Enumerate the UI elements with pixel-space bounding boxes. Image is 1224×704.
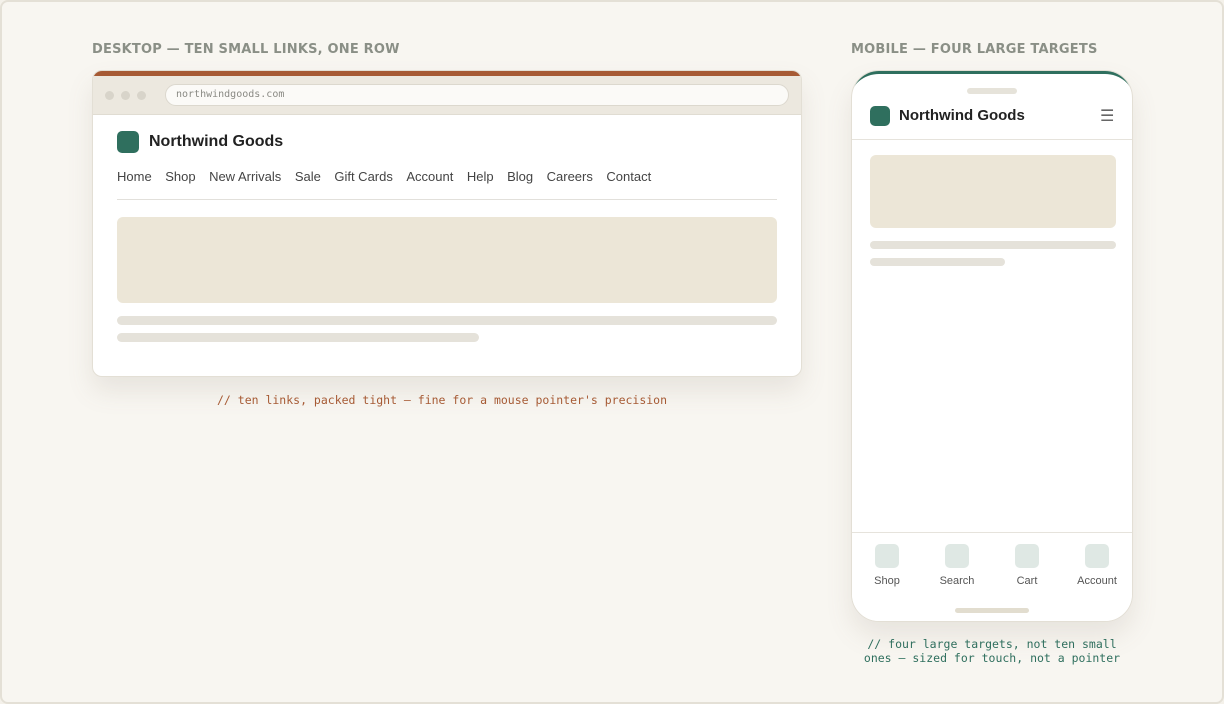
header-divider [852,139,1132,140]
text-line-placeholder [117,316,777,325]
bottom-tab-bar: Shop Search Cart Account [852,532,1132,621]
account-icon [1085,544,1109,568]
nav-link-new-arrivals[interactable]: New Arrivals [209,169,281,184]
url-bar[interactable]: northwindgoods.com [165,84,789,106]
text-line-placeholder [870,258,1005,266]
nav-link-gift-cards[interactable]: Gift Cards [334,169,393,184]
tab-search[interactable]: Search [922,544,992,594]
nav-link-account[interactable]: Account [406,169,453,184]
hero-placeholder [117,217,777,303]
text-line-placeholder [117,333,479,342]
mobile-caption: // four large targets, not ten small one… [851,637,1133,665]
shop-icon [875,544,899,568]
nav-link-blog[interactable]: Blog [507,169,533,184]
tab-shop[interactable]: Shop [852,544,922,594]
desktop-browser-mockup: northwindgoods.com Northwind Goods Home … [92,70,802,377]
brand-name: Northwind Goods [149,133,284,150]
tab-label: Search [939,575,975,587]
phone-notch [967,88,1017,94]
tab-label: Account [1077,575,1117,587]
home-indicator [955,608,1029,613]
nav-divider [117,199,777,200]
brand-name: Northwind Goods [899,107,1025,124]
nav-link-careers[interactable]: Careers [547,169,593,184]
text-line-placeholder [870,241,1116,249]
mobile-phone-mockup: Northwind Goods ☰ Shop Search Cart Accou… [851,70,1133,622]
desktop-caption: // ten links, packed tight — fine for a … [217,393,668,407]
tab-account[interactable]: Account [1062,544,1132,594]
nav-link-contact[interactable]: Contact [606,169,651,184]
window-dot-maximize [137,91,146,100]
browser-chrome: northwindgoods.com [93,76,801,115]
desktop-section-label: DESKTOP — TEN SMALL LINKS, ONE ROW [92,42,400,57]
window-dot-close [105,91,114,100]
mobile-caption-line: ones — sized for touch, not a pointer [863,651,1121,665]
hero-placeholder [870,155,1116,228]
nav-link-sale[interactable]: Sale [295,169,321,184]
brand-logo-icon [870,106,890,126]
nav-link-shop[interactable]: Shop [165,169,195,184]
tab-label: Cart [1016,575,1038,587]
brand-logo-icon [117,131,139,153]
desktop-nav: Home Shop New Arrivals Sale Gift Cards A… [117,169,665,184]
hamburger-menu-icon[interactable]: ☰ [1100,108,1114,124]
window-dot-minimize [121,91,130,100]
tab-label: Shop [874,575,900,587]
nav-link-home[interactable]: Home [117,169,152,184]
tab-cart[interactable]: Cart [992,544,1062,594]
cart-icon [1015,544,1039,568]
search-icon [945,544,969,568]
mobile-caption-line: // four large targets, not ten small [867,637,1117,651]
nav-link-help[interactable]: Help [467,169,494,184]
mobile-section-label: MOBILE — FOUR LARGE TARGETS [851,42,1098,57]
